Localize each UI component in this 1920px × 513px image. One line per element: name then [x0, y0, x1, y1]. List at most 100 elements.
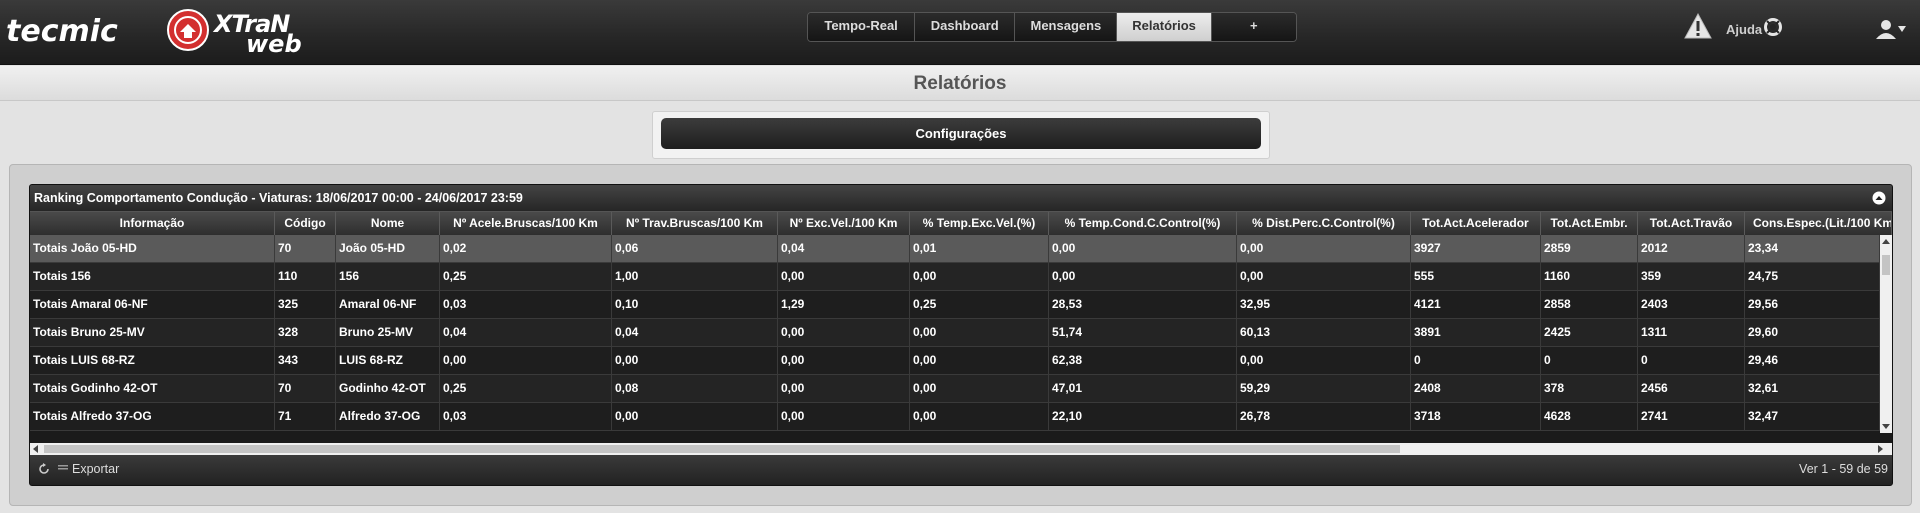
tab-mensagens[interactable]: Mensagens — [1015, 13, 1118, 41]
table-row[interactable]: Totais LUIS 68-RZ 343 LUIS 68-RZ 0,00 0,00 0,… — [30, 347, 1880, 375]
table-cell: 0,00 — [910, 319, 1049, 346]
table-cell: 0,25 — [440, 375, 612, 402]
table-cell: 0,00 — [910, 403, 1049, 430]
scroll-right-icon[interactable] — [1876, 444, 1884, 454]
table-cell: Bruno 25-MV — [336, 319, 440, 346]
table-cell: 29,56 — [1745, 291, 1880, 318]
table-row[interactable]: Totais 156 110 156 0,25 1,00 0,00 0,00 0,00 0,00… — [30, 263, 1880, 291]
table-cell: 0,00 — [1049, 263, 1237, 290]
logo-tecmic-text: tecmic — [6, 14, 118, 49]
grid-title: Ranking Comportamento Condução - Viatura… — [34, 191, 523, 205]
scroll-left-icon[interactable] — [32, 444, 40, 454]
table-cell: 0,01 — [910, 235, 1049, 262]
page-title-bar: Relatórios — [0, 66, 1920, 101]
table-cell: Totais Godinho 42-OT — [30, 375, 275, 402]
table-cell: 0,00 — [910, 347, 1049, 374]
column-header[interactable]: Nº Trav.Bruscas/100 Km — [612, 212, 778, 235]
table-cell: 71 — [275, 403, 336, 430]
horizontal-scroll-thumb[interactable] — [44, 445, 1400, 453]
chevron-down-icon[interactable] — [1898, 26, 1906, 32]
table-cell: 59,29 — [1237, 375, 1411, 402]
collapse-icon[interactable] — [1872, 191, 1886, 205]
table-cell: 0,00 — [778, 347, 910, 374]
table-cell: 555 — [1411, 263, 1541, 290]
logo[interactable]: tecmic XTraN web — [6, 8, 326, 58]
table-cell: Alfredo 37-OG — [336, 403, 440, 430]
table-cell: 0,08 — [612, 375, 778, 402]
tab-tempo-real[interactable]: Tempo-Real — [808, 13, 916, 41]
column-header[interactable]: % Temp.Cond.C.Control(%) — [1049, 212, 1237, 235]
table-cell: 2858 — [1541, 291, 1638, 318]
vertical-scrollbar[interactable] — [1880, 235, 1892, 433]
table-cell: 0,00 — [440, 347, 612, 374]
table-cell: 1,00 — [612, 263, 778, 290]
scroll-up-icon[interactable] — [1882, 237, 1890, 247]
refresh-icon[interactable] — [38, 463, 50, 475]
table-cell: 328 — [275, 319, 336, 346]
column-header[interactable]: Informação — [30, 212, 275, 235]
column-header[interactable]: Tot.Act.Embr. — [1541, 212, 1638, 235]
table-cell: 47,01 — [1049, 375, 1237, 402]
table-row[interactable]: Totais Amaral 06-NF 325 Amaral 06-NF 0,03 0,… — [30, 291, 1880, 319]
table-cell: Totais João 05-HD — [30, 235, 275, 262]
table-cell: 0,04 — [778, 235, 910, 262]
logo-web-text: web — [246, 30, 302, 58]
table-cell: 0,04 — [612, 319, 778, 346]
table-row[interactable]: Totais Bruno 25-MV 328 Bruno 25-MV 0,04 0,04… — [30, 319, 1880, 347]
table-cell: 156 — [336, 263, 440, 290]
table-cell: 2741 — [1638, 403, 1745, 430]
table-cell: Totais LUIS 68-RZ — [30, 347, 275, 374]
column-header[interactable]: Cons.Espec.(Lit./100 Km — [1745, 212, 1892, 235]
column-header[interactable]: Código — [275, 212, 336, 235]
table-cell: 4121 — [1411, 291, 1541, 318]
user-icon[interactable] — [1874, 18, 1898, 40]
tab-dashboard[interactable]: Dashboard — [915, 13, 1016, 41]
export-button[interactable]: Exportar — [72, 462, 119, 476]
table-cell: 22,10 — [1049, 403, 1237, 430]
table-cell: 0,00 — [910, 375, 1049, 402]
help-link[interactable]: Ajuda — [1726, 22, 1762, 37]
column-header[interactable]: Nº Acele.Bruscas/100 Km — [440, 212, 612, 235]
table-cell: 0,00 — [778, 263, 910, 290]
table-cell: João 05-HD — [336, 235, 440, 262]
table-cell: 1160 — [1541, 263, 1638, 290]
table-cell: LUIS 68-RZ — [336, 347, 440, 374]
table-row[interactable]: Totais João 05-HD 70 João 05-HD 0,02 0,06 0,0… — [30, 235, 1880, 263]
table-cell: 2408 — [1411, 375, 1541, 402]
table-cell: Totais 156 — [30, 263, 275, 290]
logo-badge-icon — [167, 9, 209, 51]
grid-header: Informação Código Nome Nº Acele.Bruscas/… — [30, 211, 1892, 236]
scroll-down-icon[interactable] — [1882, 421, 1890, 431]
table-cell: Totais Amaral 06-NF — [30, 291, 275, 318]
tab-add[interactable]: + — [1211, 13, 1296, 41]
table-cell: 0,04 — [440, 319, 612, 346]
table-cell: 32,47 — [1745, 403, 1880, 430]
table-cell: 26,78 — [1237, 403, 1411, 430]
table-cell: 0,00 — [778, 375, 910, 402]
tab-relatorios[interactable]: Relatórios — [1117, 13, 1212, 41]
horizontal-scrollbar[interactable] — [30, 443, 1892, 455]
vertical-scroll-thumb[interactable] — [1882, 255, 1890, 275]
column-header[interactable]: % Temp.Exc.Vel.(%) — [910, 212, 1049, 235]
column-header[interactable]: Tot.Act.Acelerador — [1411, 212, 1541, 235]
column-header[interactable]: % Dist.Perc.C.Control(%) — [1237, 212, 1411, 235]
column-header[interactable]: Tot.Act.Travão — [1638, 212, 1745, 235]
table-cell: Totais Bruno 25-MV — [30, 319, 275, 346]
table-cell: 60,13 — [1237, 319, 1411, 346]
table-cell: 0,03 — [440, 403, 612, 430]
table-row[interactable]: Totais Alfredo 37-OG 71 Alfredo 37-OG 0,03 0… — [30, 403, 1880, 431]
grid-caption: Ranking Comportamento Condução - Viatura… — [30, 185, 1892, 211]
table-cell: 0,10 — [612, 291, 778, 318]
column-header[interactable]: Nº Exc.Vel./100 Km — [778, 212, 910, 235]
table-cell: 0,00 — [778, 319, 910, 346]
grid-pager: Exportar Ver 1 - 59 de 59 — [30, 455, 1892, 485]
column-header[interactable]: Nome — [336, 212, 440, 235]
table-cell: 1311 — [1638, 319, 1745, 346]
report-grid: Ranking Comportamento Condução - Viatura… — [29, 184, 1893, 486]
alert-icon[interactable] — [1683, 12, 1713, 40]
configuracoes-button[interactable]: Configurações — [661, 118, 1261, 149]
export-icon[interactable] — [58, 463, 68, 473]
table-cell: 2859 — [1541, 235, 1638, 262]
lifebuoy-icon[interactable] — [1764, 18, 1782, 36]
table-row[interactable]: Totais Godinho 42-OT 70 Godinho 42-OT 0,25 0… — [30, 375, 1880, 403]
